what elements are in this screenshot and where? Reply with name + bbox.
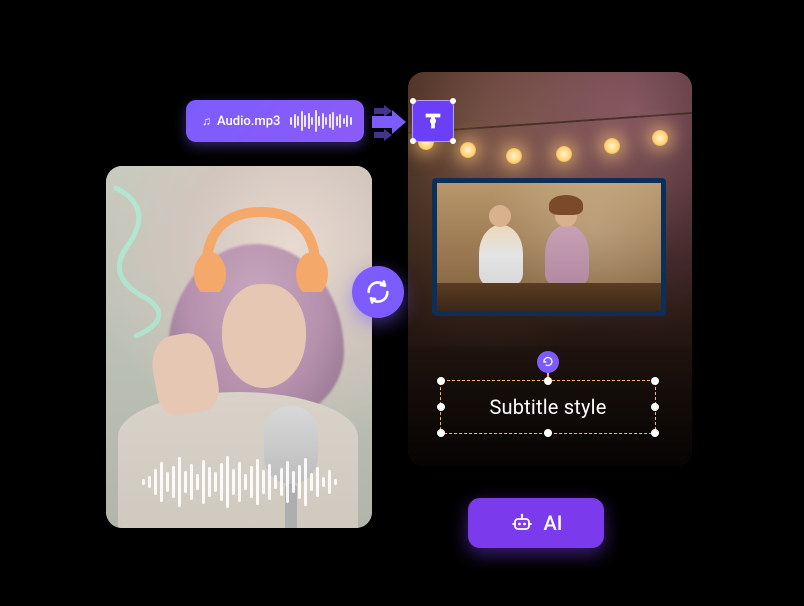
- projected-screen: [432, 178, 666, 316]
- resize-handle[interactable]: [544, 429, 552, 437]
- resize-handle[interactable]: [437, 403, 445, 411]
- robot-icon: [510, 511, 534, 535]
- audio-waveform: [130, 454, 348, 510]
- text-t-icon: [422, 110, 444, 132]
- sync-icon: [364, 278, 392, 306]
- person-face: [222, 284, 306, 388]
- audio-recording-card[interactable]: [106, 166, 372, 528]
- resize-handle[interactable]: [544, 377, 552, 385]
- headphones-icon: [186, 202, 336, 292]
- resize-handle[interactable]: [651, 429, 659, 437]
- text-layer-badge[interactable]: [412, 100, 454, 142]
- ai-button-label: AI: [544, 511, 563, 535]
- sync-button[interactable]: [352, 266, 404, 318]
- ai-button[interactable]: AI: [468, 498, 604, 548]
- audio-file-chip[interactable]: ♫ Audio.mp3: [186, 100, 364, 142]
- subtitle-selection-box[interactable]: Subtitle style: [440, 380, 656, 434]
- rotate-icon: [542, 356, 554, 368]
- resize-handle[interactable]: [437, 377, 445, 385]
- subtitle-text[interactable]: Subtitle style: [489, 395, 606, 419]
- resize-handle[interactable]: [437, 429, 445, 437]
- rotate-handle[interactable]: [537, 351, 559, 373]
- audio-filename: Audio.mp3: [217, 114, 280, 129]
- music-note-icon: ♫: [202, 114, 211, 128]
- conversion-arrows-icon: [370, 102, 410, 142]
- resize-handle[interactable]: [651, 377, 659, 385]
- resize-handle[interactable]: [651, 403, 659, 411]
- chip-waveform: [290, 109, 352, 133]
